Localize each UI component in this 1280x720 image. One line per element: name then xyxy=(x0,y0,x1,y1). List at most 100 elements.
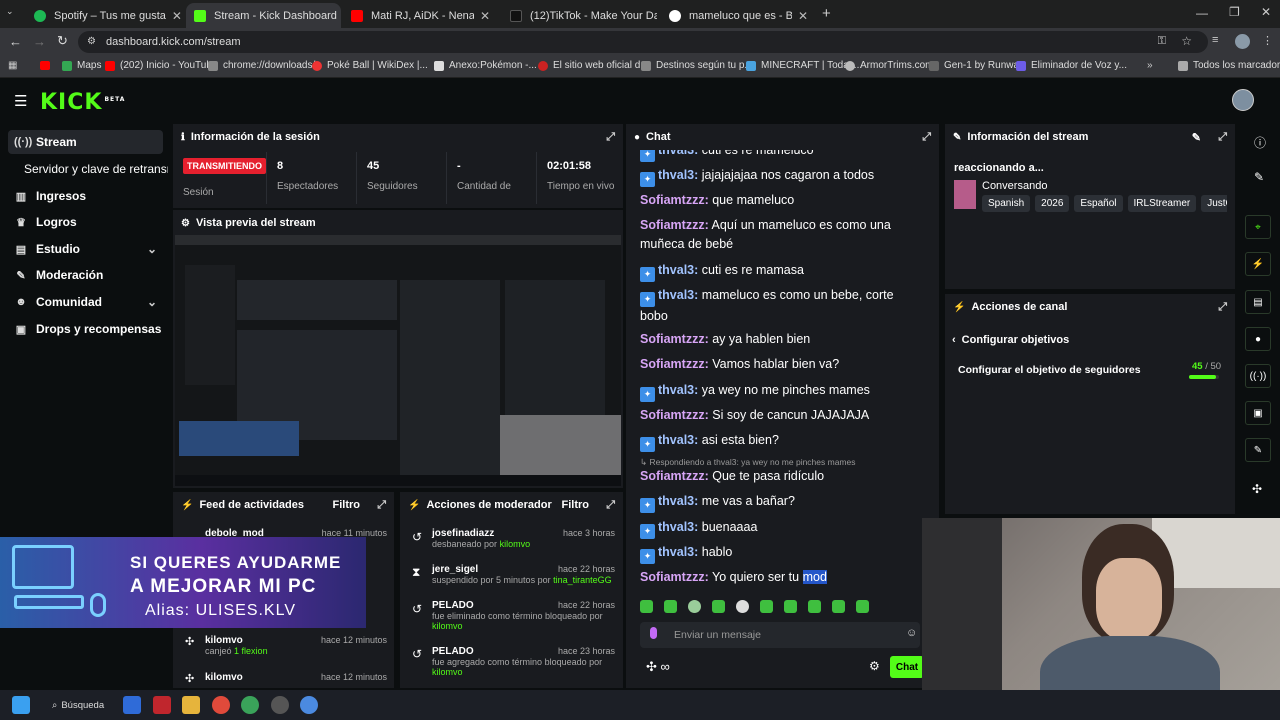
file-explorer-icon[interactable] xyxy=(182,696,200,714)
lightning-button[interactable]: ⚡ xyxy=(1245,252,1271,276)
hamburger-menu-icon[interactable]: ☰ xyxy=(14,92,27,110)
broadcast-button[interactable]: ((·)) xyxy=(1245,364,1271,388)
app-icon[interactable] xyxy=(153,696,171,714)
sidebar-item-estudio[interactable]: ▤ Estudio ⌄ xyxy=(8,237,163,261)
category-name[interactable]: Conversando xyxy=(982,180,1047,192)
bookmark-downloads[interactable]: chrome://downloads/ xyxy=(208,60,315,71)
sidebar-item-ingresos[interactable]: ▥ Ingresos xyxy=(8,184,163,208)
emote-icon[interactable] xyxy=(856,600,869,613)
sidebar-item-logros[interactable]: ♛ Logros xyxy=(8,210,163,234)
restore-icon[interactable]: ❐ xyxy=(1229,5,1240,19)
emote-icon[interactable] xyxy=(808,600,821,613)
pencil-icon[interactable]: ✎ xyxy=(1254,170,1264,184)
chrome-icon[interactable] xyxy=(300,696,318,714)
follower-goal-label[interactable]: Configurar el objetivo de seguidores xyxy=(958,364,1141,376)
sidebar-item-servidor-clave[interactable]: Servidor y clave de retransmisión xyxy=(18,157,168,181)
tab-tiktok[interactable]: (12)TikTok - Make Your Day ✕ xyxy=(502,3,657,28)
close-tab-icon[interactable]: ✕ xyxy=(337,9,341,23)
reading-list-icon[interactable]: ≡ xyxy=(1212,34,1218,46)
chrome-icon[interactable] xyxy=(241,696,259,714)
task-view-icon[interactable] xyxy=(123,696,141,714)
bookmark-youtube[interactable]: (202) Inicio - YouTube xyxy=(105,60,217,71)
emoji-icon[interactable]: ☺ xyxy=(906,627,917,639)
expand-icon[interactable]: ⤢ xyxy=(606,499,615,512)
expand-icon[interactable]: ⤢ xyxy=(1218,131,1227,144)
tab-list-button[interactable]: ⌄ xyxy=(6,6,22,22)
emote-icon[interactable] xyxy=(784,600,797,613)
password-key-icon[interactable]: ⚿ xyxy=(1158,35,1166,48)
spark-icon[interactable]: ✣ xyxy=(1252,482,1262,496)
tag[interactable]: Spanish xyxy=(982,195,1031,212)
info-circle-icon[interactable]: ⓘ xyxy=(1254,134,1266,151)
chat-bubble-button[interactable]: ● xyxy=(1245,327,1271,351)
chat-input[interactable]: Enviar un mensaje ☺ xyxy=(640,622,920,648)
sidebar-item-comunidad[interactable]: ☻ Comunidad ⌄ xyxy=(8,290,163,314)
send-chat-button[interactable]: Chat xyxy=(890,656,924,678)
reload-icon[interactable]: ↻ xyxy=(57,33,68,49)
emote-icon[interactable] xyxy=(832,600,845,613)
user-avatar[interactable] xyxy=(1232,89,1254,111)
back-to-goals-button[interactable]: ‹ Configurar objetivos xyxy=(952,334,1069,346)
filter-button[interactable]: Filtro xyxy=(562,499,590,511)
taskbar-search[interactable]: ⌕ Búsqueda xyxy=(44,694,110,716)
close-tab-icon[interactable]: ✕ xyxy=(474,9,490,23)
new-tab-icon[interactable]: + xyxy=(822,5,831,22)
close-tab-icon[interactable]: ✕ xyxy=(792,9,808,23)
bookmark-maps[interactable]: Maps xyxy=(62,60,101,71)
browser-menu-icon[interactable]: ⋮ xyxy=(1262,34,1273,47)
forward-icon[interactable]: → xyxy=(33,34,46,49)
sidebar-item-moderacion[interactable]: ✎ Moderación xyxy=(8,263,163,287)
site-info-icon[interactable]: ⚙ xyxy=(87,36,96,47)
filter-button[interactable]: Filtro xyxy=(333,499,361,511)
emote-icon[interactable] xyxy=(712,600,725,613)
bookmark-eliminador-voz[interactable]: Eliminador de Voz y... xyxy=(1016,60,1127,71)
expand-icon[interactable]: ⤢ xyxy=(606,131,615,144)
emote-icon[interactable] xyxy=(760,600,773,613)
close-tab-icon[interactable]: ✕ xyxy=(166,9,182,23)
emote-icon[interactable] xyxy=(640,600,653,613)
tag[interactable]: 2026 xyxy=(1035,195,1070,212)
bookmark-armortrims[interactable]: ArmorTrims.com xyxy=(845,60,934,71)
windows-start-icon[interactable] xyxy=(12,696,30,714)
minimize-icon[interactable]: — xyxy=(1196,6,1208,20)
sidebar-item-stream[interactable]: ((·)) Stream xyxy=(8,130,163,154)
stream-preview-video[interactable] xyxy=(175,235,621,486)
bookmark-wikidex[interactable]: Poké Ball | WikiDex |... xyxy=(312,60,428,71)
tab-spotify[interactable]: Spotify – Tus me gusta ✕ xyxy=(26,3,184,28)
expand-icon[interactable]: ⤢ xyxy=(377,499,386,512)
bookmark-sitio-oficial[interactable]: El sitio web oficial d... xyxy=(538,60,649,71)
chrome-icon[interactable] xyxy=(212,696,230,714)
url-field[interactable]: ⚙ dashboard.kick.com/stream ⚿ ☆ xyxy=(78,31,1208,53)
youtube-bookmark-icon[interactable] xyxy=(40,61,50,70)
emote-icon[interactable] xyxy=(736,600,749,613)
bookmark-runway[interactable]: Gen-1 by Runway xyxy=(929,60,1024,71)
emote-icon[interactable] xyxy=(664,600,677,613)
clip-button[interactable]: ⌖ xyxy=(1245,215,1271,239)
tab-kick-dashboard[interactable]: Stream - Kick Dashboard ✕ xyxy=(186,3,341,28)
printer-button[interactable]: ▣ xyxy=(1245,401,1271,425)
tab-google[interactable]: mameluco que es - Buscar con G ✕ xyxy=(661,3,816,28)
notes-button[interactable]: ▤ xyxy=(1245,290,1271,314)
edit-icon[interactable]: ✎ xyxy=(1192,131,1201,144)
close-window-icon[interactable]: ✕ xyxy=(1261,5,1271,19)
bookmark-star-icon[interactable]: ☆ xyxy=(1181,34,1192,48)
bookmark-anexo-pokemon[interactable]: Anexo:Pokémon -... xyxy=(434,60,537,71)
tab-youtube[interactable]: Mati RJ, AiDK - Nena (Oneshot) ✕ xyxy=(343,3,498,28)
tag[interactable]: Español xyxy=(1074,195,1123,212)
back-icon[interactable]: ← xyxy=(9,34,22,49)
chat-settings-icon[interactable]: ⚙ xyxy=(869,659,880,673)
app-icon[interactable] xyxy=(271,696,289,714)
expand-icon[interactable]: ⤢ xyxy=(922,131,931,144)
tag[interactable]: IRLStreamer xyxy=(1127,195,1197,212)
kick-logo[interactable]: KICK BETA xyxy=(40,90,125,115)
category-thumbnail[interactable] xyxy=(954,180,976,209)
all-bookmarks[interactable]: Todos los marcadores xyxy=(1178,60,1280,71)
expand-icon[interactable]: ⤢ xyxy=(1218,301,1227,314)
bookmark-destinos[interactable]: Destinos según tu p... xyxy=(641,60,753,71)
microphone-icon[interactable] xyxy=(650,627,657,639)
sidebar-item-drops[interactable]: ▣ Drops y recompensas xyxy=(8,317,163,341)
profile-avatar-icon[interactable] xyxy=(1235,34,1250,49)
apps-grid-icon[interactable]: ▦ xyxy=(8,60,17,71)
emote-icon[interactable] xyxy=(688,600,701,613)
more-bookmarks-icon[interactable]: » xyxy=(1147,60,1153,71)
